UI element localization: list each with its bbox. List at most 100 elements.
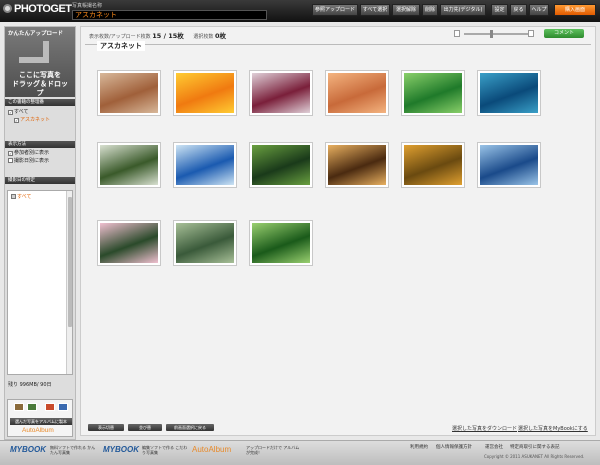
left-panel: かんたんアップロード ここに写真を ドラッグ＆ドロップ この書籍の整理番 ✓ すべて…	[4, 26, 76, 440]
easy-upload-dropzone[interactable]: かんたんアップロード ここに写真を ドラッグ＆ドロップ	[5, 27, 75, 97]
mybook-edit-logo[interactable]: MYBOOK	[103, 445, 139, 454]
comment-button[interactable]: コメント	[544, 29, 584, 38]
desert-dunes-image	[328, 73, 386, 113]
checkbox-icon[interactable]	[8, 158, 13, 163]
autoalbum-box: 選んだ写真をアルバムに製本 AutoAlbum	[7, 399, 73, 437]
forest-path-image	[252, 223, 310, 263]
footer-link-terms[interactable]: 利用規約	[410, 444, 428, 450]
checkbox-icon[interactable]: ✓	[8, 151, 13, 156]
orange-flower-image	[176, 73, 234, 113]
autoalbum-footer-logo[interactable]: AutoAlbum	[192, 445, 231, 454]
mybook-desc: 無料ソフトで作れる かんたん写真集	[50, 445, 96, 455]
zoom-large-icon[interactable]	[528, 30, 534, 37]
photo-thumbnail[interactable]	[401, 142, 465, 188]
mybook-selected-link[interactable]: 選択した写真をMyBookにする	[518, 425, 588, 432]
selected-count-value: 0枚	[214, 32, 226, 40]
checkbox-icon[interactable]: ✓	[14, 118, 19, 123]
purchase-button[interactable]: 購入画面	[554, 4, 596, 16]
tree-sunset-image	[328, 145, 386, 185]
photo-thumbnail[interactable]	[97, 142, 161, 188]
bottom-bar: 表示切替 並び替 前画面選択に戻る 選択した写真をダウンロード 選択した写真をM…	[80, 421, 596, 435]
pink-flowers-image	[100, 223, 158, 263]
tree-item-all[interactable]: すべて	[11, 193, 31, 200]
dock-water-image	[176, 145, 234, 185]
deselect-button[interactable]: 選択解除	[392, 4, 420, 16]
back-to-select-button[interactable]: 前画面選択に戻る	[166, 424, 214, 431]
album-name-field[interactable]: アスカネット	[72, 10, 267, 20]
photoget-logo: PHOTOGET	[3, 3, 72, 15]
footer-link-privacy[interactable]: 個人情報保護方針	[436, 444, 472, 450]
view-by-date[interactable]: 撮影日別に表示	[8, 157, 49, 164]
album-tab-title: アスカネット	[97, 41, 145, 51]
autoalbum-thumb	[45, 403, 55, 411]
photo-thumbnail[interactable]	[97, 70, 161, 116]
album-all-item[interactable]: ✓ すべて	[8, 108, 28, 115]
delete-button[interactable]: 削除	[422, 4, 438, 16]
zoom-slider[interactable]	[454, 30, 534, 38]
photo-thumbnail[interactable]	[325, 70, 389, 116]
zoom-track[interactable]	[464, 33, 528, 35]
photo-thumbnail[interactable]	[173, 142, 237, 188]
section-view-header: 表示方法	[5, 141, 75, 148]
autoalbum-thumb	[14, 403, 24, 411]
browse-upload-button[interactable]: 参照アップロード	[312, 4, 358, 16]
view-by-participant[interactable]: ✓ 参加者別に表示	[8, 149, 49, 156]
autoalbum-brand: AutoAlbum	[22, 427, 54, 434]
album-asukanet-item[interactable]: ✓ アスカネット	[14, 116, 50, 123]
photo-thumbnail[interactable]	[173, 220, 237, 266]
photo-thumbnail[interactable]	[477, 142, 541, 188]
copyright: Copyright © 2011 ASUKANET All Rights Res…	[484, 454, 585, 459]
zoom-small-icon[interactable]	[454, 30, 460, 37]
footer-link-commerce[interactable]: 特定商取引に関する表記	[510, 444, 560, 450]
photo-thumbnail[interactable]	[325, 142, 389, 188]
tab-divider	[85, 44, 591, 45]
selected-count-label: 選択枚数	[193, 34, 214, 40]
easy-upload-title: かんたんアップロード	[8, 31, 64, 37]
zoom-knob[interactable]	[490, 30, 493, 38]
folder-icon	[11, 194, 16, 199]
download-selected-link[interactable]: 選択した写真をダウンロード	[452, 425, 517, 432]
photo-thumbnail[interactable]	[401, 70, 465, 116]
photo-area: 表示枚数/アップロード枚数 15 / 15枚 選択枚数 0枚 コメント アスカネ…	[80, 26, 596, 436]
photo-thumbnail[interactable]	[249, 220, 313, 266]
autoalbum-thumb	[58, 403, 68, 411]
drop-line-2: ドラッグ＆ドロップ	[12, 80, 68, 97]
autoalbum-footer-desc: アップロードだけで アルバムが完成！	[246, 445, 300, 455]
canyon-image	[100, 73, 158, 113]
back-button[interactable]: 戻る	[510, 4, 527, 16]
album-name-label: 写真帳撮名称	[72, 3, 103, 9]
whale-tail-image	[480, 145, 538, 185]
sea-turtle-image	[480, 73, 538, 113]
date-tree[interactable]: すべて	[7, 190, 73, 375]
tree-scrollbar[interactable]	[66, 191, 72, 374]
drop-line-1: ここに写真を	[19, 71, 61, 79]
help-button[interactable]: ヘルプ	[529, 4, 549, 16]
footer-link-company[interactable]: 運営会社	[485, 444, 503, 450]
toucan-image	[252, 145, 310, 185]
autoalbum-button[interactable]: 選んだ写真をアルバムに製本	[10, 418, 72, 425]
green-plant-image	[404, 73, 462, 113]
settings-button[interactable]: 設定	[491, 4, 508, 16]
upload-count-label: 表示枚数/アップロード枚数	[89, 34, 151, 40]
sort-button[interactable]: 並び替	[128, 424, 162, 431]
album-name-box: 写真帳撮名称 アスカネット	[72, 2, 267, 20]
photo-thumbnail[interactable]	[249, 142, 313, 188]
photo-thumbnail[interactable]	[173, 70, 237, 116]
upload-count-value: 15 / 15枚	[152, 32, 184, 40]
select-all-button[interactable]: すべて選択	[360, 4, 390, 16]
checkbox-icon[interactable]: ✓	[8, 110, 13, 115]
section-date-header: 撮影日の特定	[5, 177, 75, 184]
section-album-header: この書籍の整理番	[5, 99, 75, 106]
status-line: 表示枚数/アップロード枚数 15 / 15枚 選択枚数 0枚	[89, 30, 226, 40]
photo-thumbnail[interactable]	[97, 220, 161, 266]
stream-image	[176, 223, 234, 263]
top-bar: PHOTOGET 写真帳撮名称 アスカネット 参照アップロード すべて選択 選択…	[0, 0, 600, 22]
photo-thumbnail[interactable]	[477, 70, 541, 116]
view-toggle-button[interactable]: 表示切替	[88, 424, 124, 431]
mybook-logo[interactable]: MYBOOK	[10, 445, 46, 454]
output-digital-button[interactable]: 出力先(デジタル)	[440, 4, 486, 16]
waterfall-image	[100, 145, 158, 185]
photo-thumbnail[interactable]	[249, 70, 313, 116]
scroll-thumb[interactable]	[68, 197, 72, 327]
camera-icon	[3, 4, 12, 13]
